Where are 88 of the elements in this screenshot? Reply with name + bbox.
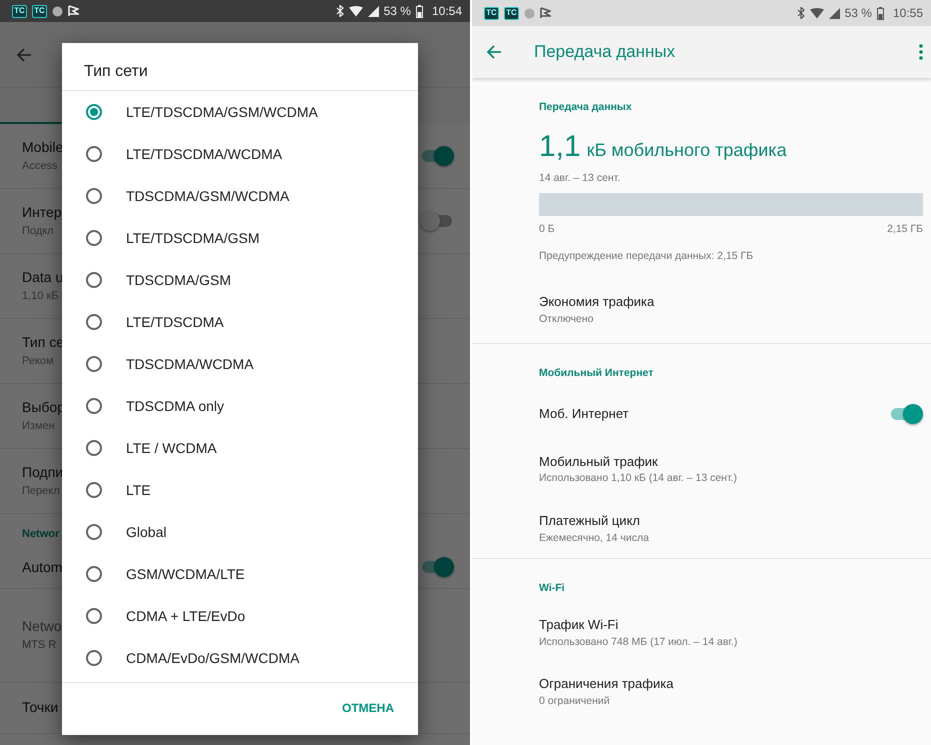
- setting-subtitle: Реком: [22, 354, 54, 370]
- usage-amount: 1,1: [539, 128, 581, 165]
- radio-button[interactable]: [86, 146, 102, 162]
- option-label[interactable]: TDSCDMA/WCDMA: [126, 354, 254, 374]
- setting-title: Mobile: [22, 138, 64, 158]
- radio-button[interactable]: [86, 524, 102, 540]
- option-label[interactable]: CDMA/EvDo/GSM/WCDMA: [126, 648, 300, 668]
- setting-subtitle: 1,10 кБ: [22, 289, 58, 304]
- option-label[interactable]: GSM/WCDMA/LTE: [126, 564, 245, 584]
- bluetooth-icon: [796, 7, 805, 19]
- option-label[interactable]: Global: [126, 522, 166, 542]
- option-label[interactable]: LTE / WCDMA: [126, 438, 217, 458]
- option-label[interactable]: LTE: [126, 480, 151, 500]
- battery-icon: [416, 4, 423, 18]
- setting-subtitle: Ежемесячно, 14 числа: [539, 530, 649, 546]
- setting-subtitle: Использовано 1,10 кБ (14 авг. – 13 сент.): [539, 471, 738, 486]
- setting-title: Autom: [22, 558, 62, 576]
- app-icon: TC: [12, 4, 27, 18]
- option-label[interactable]: LTE/TDSCDMA: [126, 312, 224, 332]
- setting-subtitle: MTS R: [22, 638, 56, 654]
- radio-button[interactable]: [86, 314, 102, 330]
- setting-subtitle: Отключено: [539, 312, 594, 327]
- wifi-icon: [348, 6, 363, 16]
- radio-button[interactable]: [86, 398, 102, 414]
- setting-subtitle: Измен: [22, 419, 55, 434]
- option-label[interactable]: TDSCDMA/GSM: [126, 270, 231, 290]
- option-label[interactable]: LTE/TDSCDMA/GSM: [126, 228, 260, 248]
- setting-title: Подпи: [22, 463, 64, 482]
- app-icon: TC: [484, 6, 499, 20]
- section-header: Wi-Fi: [539, 581, 566, 596]
- setting-title: Ограничения трафика: [539, 675, 674, 694]
- back-arrow-icon[interactable]: [486, 45, 502, 59]
- option-label[interactable]: TDSCDMA only: [126, 396, 224, 416]
- usage-unit: кБ мобильного трафика: [586, 138, 787, 162]
- setting-subtitle: Перекл: [22, 484, 60, 500]
- option-label[interactable]: TDSCDMA/GSM/WCDMA: [126, 186, 290, 206]
- radio-button[interactable]: [86, 608, 102, 624]
- option-label[interactable]: LTE/TDSCDMA/WCDMA: [126, 144, 282, 164]
- radio-button[interactable]: [86, 566, 102, 582]
- setting-title: Интер: [22, 203, 62, 222]
- radio-button[interactable]: [86, 440, 102, 456]
- setting-title: Экономия трафика: [539, 293, 654, 312]
- setting-title: Точки: [22, 698, 58, 717]
- radio-button[interactable]: [86, 230, 102, 246]
- clock: 10:55: [892, 5, 923, 22]
- usage-period: 14 авг. – 13 сент.: [539, 170, 622, 186]
- radio-button[interactable]: [86, 482, 102, 498]
- battery-percentage: 53 %: [384, 3, 411, 20]
- circle-icon: [524, 8, 535, 18]
- setting-subtitle: Access: [22, 159, 58, 174]
- setting-subtitle: Использовано 748 МБ (17 июл. – 14 авг.): [539, 634, 738, 650]
- warning-text: Предупреждение передачи данных: 2,15 ГБ: [539, 249, 754, 264]
- option-label[interactable]: LTE/TDSCDMA/GSM/WCDMA: [126, 102, 318, 122]
- battery-icon: [876, 6, 884, 20]
- setting-title: Платежный цикл: [539, 512, 640, 530]
- dialog-title: Тип сети: [62, 43, 418, 91]
- radio-button[interactable]: [86, 272, 102, 288]
- more-options-icon[interactable]: [919, 44, 923, 60]
- signal-icon: [368, 6, 379, 16]
- wifi-icon: [810, 8, 824, 18]
- setting-subtitle: Подкл: [22, 224, 54, 240]
- radio-button[interactable]: [86, 650, 102, 666]
- back-arrow-icon[interactable]: [16, 48, 32, 62]
- setting-subtitle: 0 ограничений: [539, 694, 610, 709]
- clock: 10:54: [432, 3, 462, 20]
- bluetooth-icon: [336, 5, 344, 17]
- axis-label: 2,15 ГБ: [887, 222, 923, 236]
- app-icon: TC: [504, 6, 519, 20]
- axis-label: 0 Б: [539, 222, 555, 236]
- circle-icon: [52, 6, 63, 16]
- section-header: Передача данных: [539, 100, 633, 115]
- option-label[interactable]: CDMA + LTE/EvDo: [126, 606, 246, 626]
- radio-button[interactable]: [86, 356, 102, 372]
- flag-icon: [68, 5, 79, 17]
- setting-title: Трафик Wi-Fi: [539, 616, 618, 634]
- section-header: Мобильный Интернет: [539, 366, 654, 381]
- signal-icon: [828, 8, 840, 18]
- setting-title: Мобильный трафик: [539, 452, 658, 471]
- screen-title: Передача данных: [534, 41, 676, 64]
- flag-icon: [540, 7, 551, 19]
- section-header: Networ: [22, 528, 60, 540]
- battery-percentage: 53 %: [844, 5, 872, 22]
- radio-button[interactable]: [86, 188, 102, 204]
- setting-title: Моб. Интернет: [539, 405, 629, 423]
- app-icon: TC: [32, 4, 47, 18]
- radio-button[interactable]: [86, 104, 102, 120]
- setting-title: Netwo: [22, 617, 62, 636]
- cancel-button[interactable]: ОТМЕНА: [338, 695, 398, 721]
